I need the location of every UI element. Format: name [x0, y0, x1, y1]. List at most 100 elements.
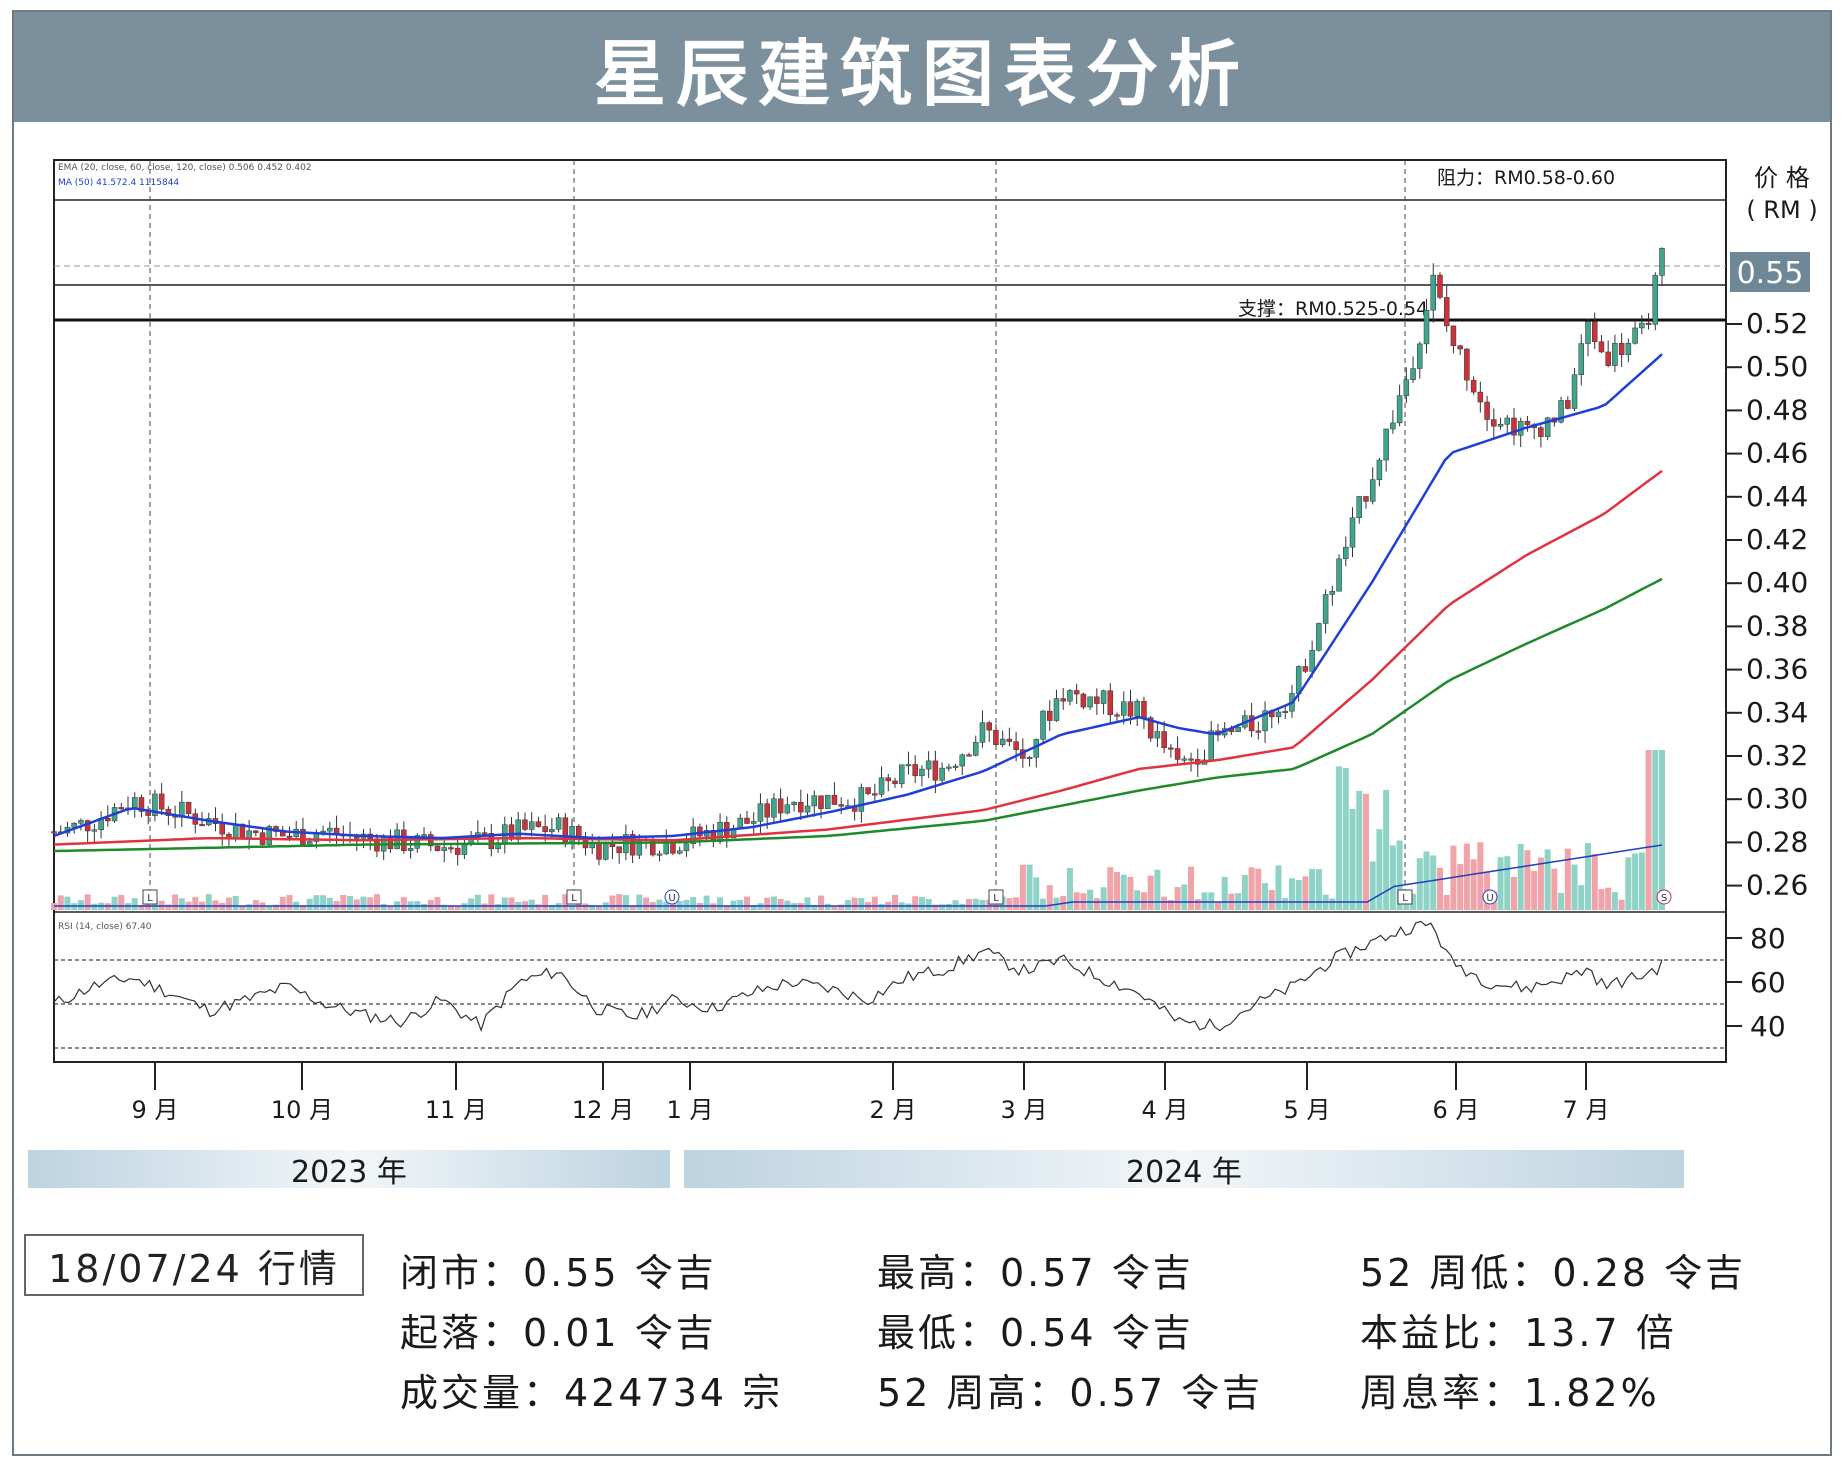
- volume-bar: [1221, 876, 1228, 910]
- volume-bar: [172, 894, 179, 910]
- candle-body: [1645, 322, 1652, 325]
- candle-body: [51, 831, 57, 834]
- candle-body: [522, 819, 528, 830]
- candle-body: [327, 827, 333, 832]
- last-price-value: 0.55: [1737, 256, 1804, 291]
- stat-low: 最低：0.54 令吉: [877, 1311, 1194, 1355]
- candle-body: [78, 820, 84, 824]
- candle-body: [1497, 423, 1504, 427]
- volume-bar: [1214, 902, 1221, 910]
- volume-bar: [643, 897, 650, 910]
- volume-bar: [1638, 852, 1645, 910]
- volume-bar: [427, 899, 434, 910]
- volume-bar: [1100, 887, 1107, 910]
- month-tick-label: 2 月: [870, 1096, 917, 1124]
- volume-bar: [373, 894, 380, 910]
- rsi-tick-label: 80: [1750, 922, 1786, 955]
- candle-body: [656, 853, 663, 856]
- volume-bar: [1463, 843, 1470, 910]
- volume-bar: [279, 896, 286, 910]
- candle-body: [1376, 459, 1383, 480]
- candle-body: [898, 764, 905, 785]
- month-tick-label: 5 月: [1284, 1096, 1331, 1124]
- candle-body: [1632, 327, 1638, 344]
- candle-body: [515, 819, 521, 840]
- candle-body: [1013, 741, 1019, 750]
- volume-bar: [1598, 889, 1605, 910]
- candle-body: [596, 842, 602, 860]
- candle-body: [1235, 726, 1241, 732]
- candle-body: [1309, 650, 1315, 672]
- candle-body: [1450, 325, 1457, 347]
- volume-bar: [1181, 884, 1188, 910]
- volume-bar: [1336, 766, 1343, 910]
- volume-bar: [1006, 898, 1013, 910]
- volume-bar: [1389, 845, 1396, 910]
- price-tick-label: 0.36: [1746, 653, 1808, 686]
- candle-body: [1282, 710, 1288, 713]
- candle-body: [912, 764, 918, 777]
- candle-body: [1430, 274, 1436, 311]
- volume-bar: [959, 903, 966, 910]
- volume-bar: [1625, 857, 1632, 910]
- volume-bar: [1524, 850, 1531, 910]
- volume-bar: [1497, 857, 1504, 910]
- volume-bar: [1302, 876, 1309, 910]
- stat-close: 闭市：0.55 令吉: [400, 1251, 717, 1295]
- volume-bar: [1066, 867, 1073, 910]
- candle-body: [858, 787, 865, 812]
- ema-legend: EMA (20, close, 60, close, 120, close) 0…: [58, 163, 312, 173]
- candle-body: [771, 798, 777, 818]
- candle-body: [1053, 698, 1060, 721]
- candle-body: [1114, 714, 1120, 717]
- volume-bar: [1457, 864, 1464, 910]
- volume-bar: [77, 900, 84, 910]
- candle-body: [744, 817, 750, 824]
- candle-body: [818, 795, 824, 809]
- volume-bar: [1201, 892, 1208, 910]
- volume-bar: [1309, 868, 1316, 910]
- quote-date-text: 18/07/24 行情: [48, 1246, 340, 1291]
- volume-bar: [1275, 865, 1282, 910]
- stat-change: 起落：0.01 令吉: [400, 1311, 717, 1355]
- price-tick-label: 0.46: [1746, 437, 1808, 470]
- year-label-2023: 2023 年: [291, 1155, 407, 1190]
- candle-body: [1565, 400, 1571, 409]
- candle-body: [1659, 248, 1665, 276]
- volume-bar: [1288, 878, 1295, 910]
- candle-body: [1046, 710, 1053, 721]
- candle-body: [872, 793, 878, 796]
- month-tick-label: 9 月: [132, 1096, 179, 1124]
- candle-body: [1154, 731, 1161, 739]
- candle-body: [1121, 701, 1127, 716]
- candle-body: [993, 729, 999, 745]
- candle-body: [838, 804, 844, 807]
- candle-body: [1343, 546, 1349, 560]
- stat-volume: 成交量：424734 宗: [400, 1371, 784, 1415]
- candle-body: [1336, 558, 1342, 592]
- candle-body: [885, 777, 892, 782]
- candle-body: [831, 794, 838, 805]
- month-tick-label: 7 月: [1563, 1096, 1610, 1124]
- price-tick-label: 0.38: [1746, 609, 1808, 642]
- volume-bar: [320, 895, 327, 910]
- candle-body: [905, 764, 912, 767]
- candle-body: [1134, 700, 1140, 717]
- volume-bar: [1537, 857, 1544, 910]
- resistance-label: 阻力：RM0.58-0.60: [1437, 167, 1615, 189]
- volume-bar: [1551, 868, 1558, 910]
- volume-bar: [1611, 892, 1618, 910]
- volume-bar: [1342, 767, 1349, 910]
- candle-body: [737, 817, 744, 829]
- candle-body: [676, 850, 683, 854]
- month-tick-label: 3 月: [1001, 1096, 1048, 1124]
- price-axis-title-line1: 价 格: [1754, 164, 1810, 192]
- volume-bar: [542, 894, 549, 910]
- candle-body: [387, 835, 394, 850]
- volume-bar: [1268, 889, 1275, 910]
- candle-body: [1538, 427, 1544, 437]
- volume-bar: [1315, 869, 1322, 910]
- candle-body: [1181, 758, 1188, 761]
- volume-bar: [925, 898, 932, 910]
- candle-body: [757, 803, 764, 822]
